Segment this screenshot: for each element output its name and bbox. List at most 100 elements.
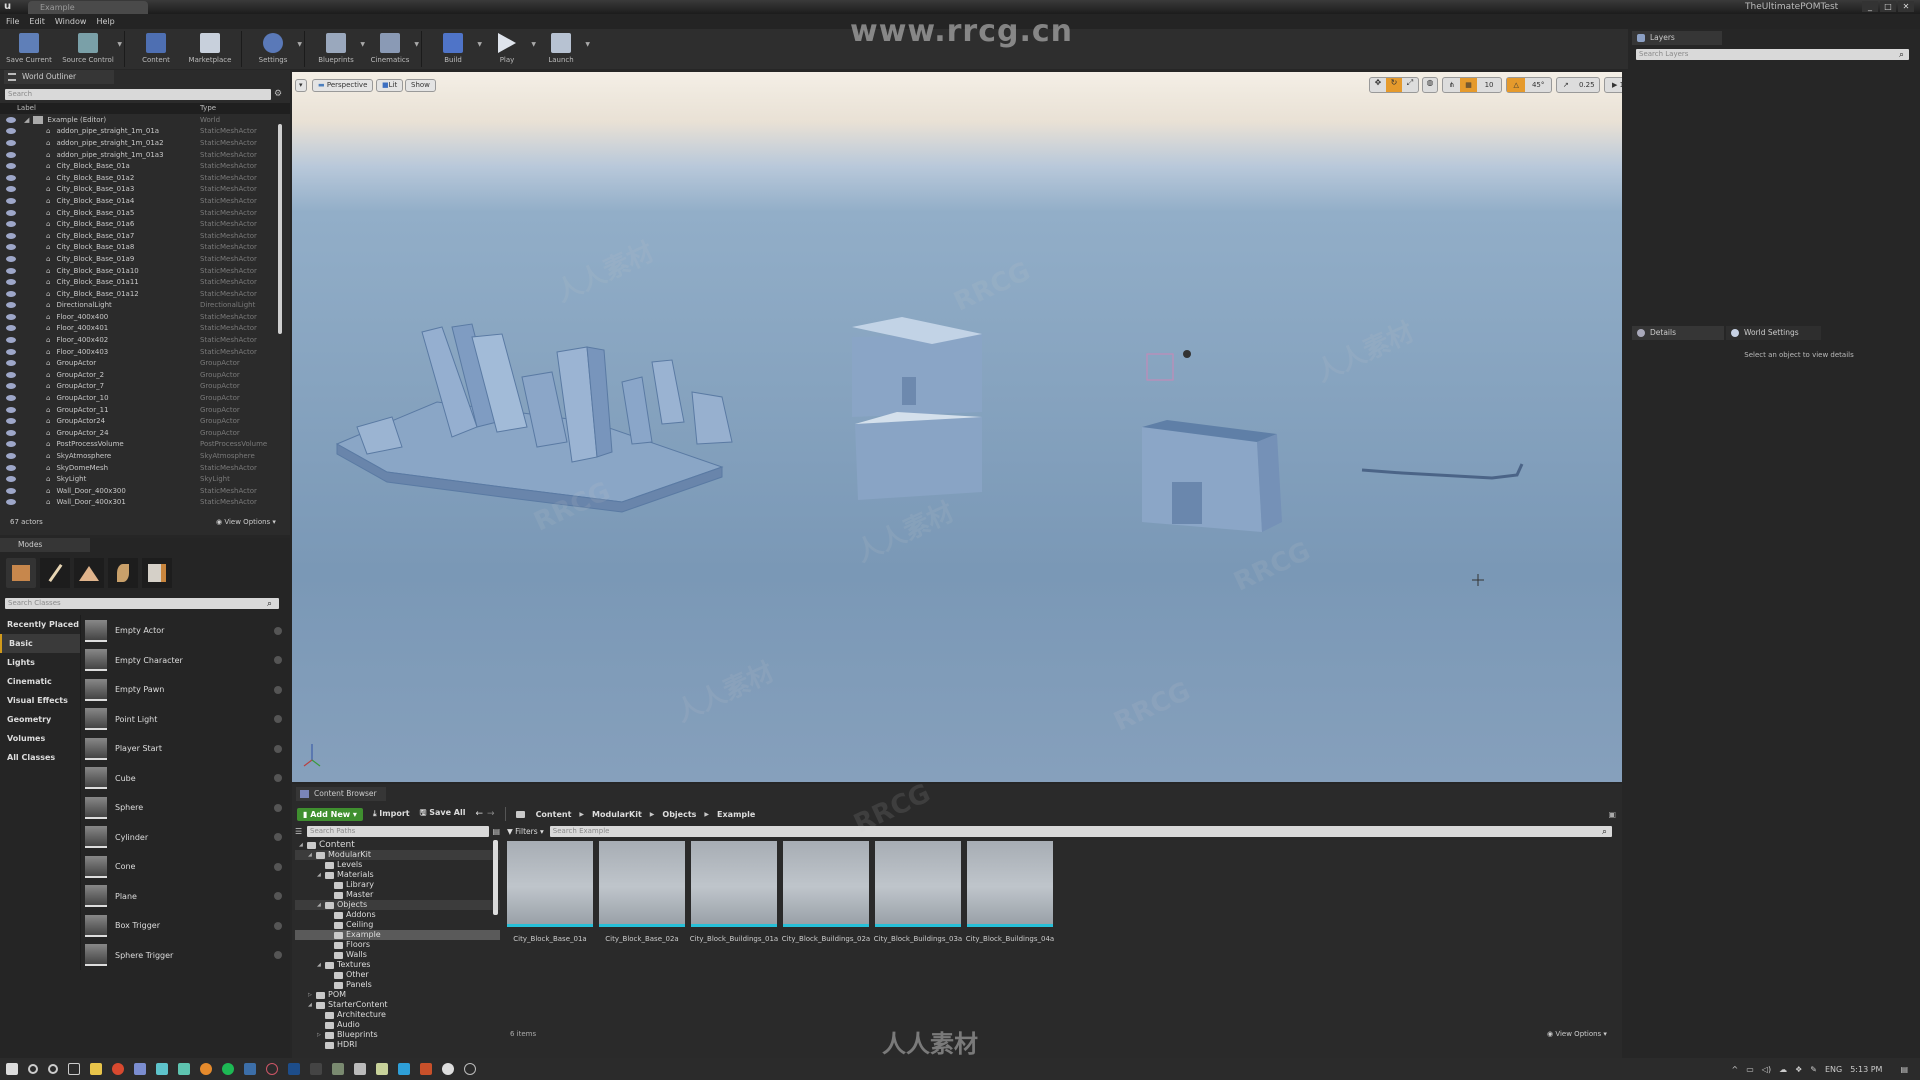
search-icon[interactable]	[28, 1064, 38, 1074]
pipe-mesh[interactable]	[1361, 463, 1524, 480]
placeable-item[interactable]: Sphere	[81, 793, 290, 823]
search-classes-input[interactable]: Search Classes	[5, 598, 279, 609]
expand-arrow-icon[interactable]: ◢	[317, 960, 325, 970]
tab-modes[interactable]: Modes	[0, 538, 90, 552]
visibility-eye-icon[interactable]	[6, 441, 16, 448]
placeable-item[interactable]: Plane	[81, 882, 290, 912]
outliner-row[interactable]: ⌂ City_Block_Base_01a6 StaticMeshActor	[0, 218, 290, 230]
dropbox-icon[interactable]: ❖	[1795, 1065, 1802, 1074]
folder-tree-item[interactable]: Example	[295, 930, 500, 940]
folder-tree-item[interactable]: ◢ StarterContent	[295, 1000, 500, 1010]
outliner-row[interactable]: ⌂ GroupActor GroupActor	[0, 357, 290, 369]
tab-details[interactable]: Details	[1632, 326, 1724, 340]
chevron-down-icon[interactable]: ▼	[297, 41, 302, 48]
folder-tree-item[interactable]: ◢ Content	[295, 840, 500, 850]
help-icon[interactable]	[274, 892, 282, 901]
menu-edit[interactable]: Edit	[29, 17, 45, 26]
folder-tree-item[interactable]: Architecture	[295, 1010, 500, 1020]
asset-tile[interactable]: City_Block_Base_02a	[599, 841, 685, 943]
mode-category[interactable]: Geometry	[0, 710, 80, 729]
minimize-button[interactable]: _	[1862, 1, 1878, 12]
app-icon[interactable]	[178, 1063, 190, 1075]
city-block-group[interactable]	[335, 323, 733, 513]
visibility-eye-icon[interactable]	[6, 139, 16, 146]
outliner-row[interactable]: ⌂ Wall_Door_400x300 StaticMeshActor	[0, 485, 290, 497]
outliner-row[interactable]: ⌂ Floor_400x401 StaticMeshActor	[0, 323, 290, 335]
folder-tree-item[interactable]: Addons	[295, 910, 500, 920]
folder-tree-item[interactable]: Floors	[295, 940, 500, 950]
app-icon[interactable]	[134, 1063, 146, 1075]
mode-category[interactable]: Visual Effects	[0, 691, 80, 710]
folder-tree-item[interactable]: Walls	[295, 950, 500, 960]
visibility-eye-icon[interactable]	[6, 476, 16, 483]
language-indicator[interactable]: ENG	[1825, 1065, 1842, 1074]
help-icon[interactable]	[274, 921, 282, 930]
cb-view-options-button[interactable]: ◉ View Options ▾	[1547, 1030, 1607, 1038]
launch-button[interactable]: Launch ▼	[534, 29, 590, 69]
breadcrumb-example[interactable]: Example	[717, 810, 755, 819]
steam-icon[interactable]	[244, 1063, 256, 1075]
play-button[interactable]: Play ▼	[480, 29, 536, 69]
outliner-row[interactable]: ⌂ City_Block_Base_01a8 StaticMeshActor	[0, 242, 290, 254]
level-viewport[interactable]: ▾ ▬ Perspective ■Lit Show ✥ ↻ ⤢ ◍ ⋔ ▦ 10…	[292, 72, 1622, 782]
mode-category[interactable]: Cinematic	[0, 672, 80, 691]
network-icon[interactable]: ▭	[1746, 1065, 1754, 1074]
visibility-eye-icon[interactable]	[6, 464, 16, 471]
tab-layers[interactable]: Layers	[1632, 31, 1722, 45]
outliner-row[interactable]: ⌂ GroupActor_7 GroupActor	[0, 381, 290, 393]
placeable-item[interactable]: Cylinder	[81, 823, 290, 853]
lock-icon[interactable]: ▣	[1608, 810, 1616, 819]
visibility-eye-icon[interactable]	[6, 429, 16, 436]
app-icon[interactable]	[156, 1063, 168, 1075]
back-arrow-icon[interactable]: ←	[475, 809, 483, 819]
menu-file[interactable]: File	[6, 17, 19, 26]
settings-icon[interactable]: ▤	[492, 827, 500, 836]
visibility-eye-icon[interactable]	[6, 221, 16, 228]
place-mode-button[interactable]	[6, 558, 36, 588]
breadcrumb-modularkit[interactable]: ModularKit	[592, 810, 642, 819]
help-icon[interactable]	[274, 862, 282, 871]
outliner-row[interactable]: ⌂ SkyLight SkyLight	[0, 473, 290, 485]
mode-category[interactable]: Basic	[0, 634, 80, 653]
help-icon[interactable]	[274, 715, 282, 724]
spotify-icon[interactable]	[222, 1063, 234, 1075]
app-icon[interactable]	[376, 1063, 388, 1075]
outliner-row[interactable]: ⌂ City_Block_Base_01a StaticMeshActor	[0, 160, 290, 172]
save-all-button[interactable]: 🖫 Save All	[420, 807, 466, 821]
build-button[interactable]: Build ▼	[426, 29, 482, 69]
search-paths-input[interactable]: Search Paths	[307, 826, 490, 837]
outliner-row[interactable]: ⌂ City_Block_Base_01a9 StaticMeshActor	[0, 253, 290, 265]
help-icon[interactable]	[274, 803, 282, 812]
settings-button[interactable]: Settings ▼	[246, 29, 302, 69]
task-view-icon[interactable]	[68, 1063, 80, 1075]
close-button[interactable]: ✕	[1898, 1, 1914, 12]
outliner-row[interactable]: ⌂ GroupActor_11 GroupActor	[0, 404, 290, 416]
unreal-engine-icon[interactable]	[442, 1063, 454, 1075]
placeable-item[interactable]: Sphere Trigger	[81, 941, 290, 971]
folder-tree-item[interactable]: Ceiling	[295, 920, 500, 930]
visibility-eye-icon[interactable]	[6, 128, 16, 135]
asset-tile[interactable]: City_Block_Buildings_02a	[782, 841, 870, 943]
folder-tree-item[interactable]: Panels	[295, 980, 500, 990]
folder-tree-item[interactable]: ▷ Blueprints	[295, 1030, 500, 1040]
expand-arrow-icon[interactable]: ◢	[308, 1000, 316, 1010]
visibility-eye-icon[interactable]	[6, 360, 16, 367]
help-icon[interactable]	[274, 833, 282, 842]
windows-start-icon[interactable]	[6, 1063, 18, 1075]
app-icon[interactable]	[420, 1063, 432, 1075]
selected-light-gizmo[interactable]	[1146, 350, 1191, 381]
outliner-row[interactable]: ⌂ Floor_400x400 StaticMeshActor	[0, 311, 290, 323]
geometry-mode-button[interactable]	[142, 558, 172, 588]
breadcrumb-content[interactable]: Content	[536, 810, 572, 819]
outliner-row[interactable]: ⌂ City_Block_Base_01a12 StaticMeshActor	[0, 288, 290, 300]
visibility-eye-icon[interactable]	[6, 348, 16, 355]
help-icon[interactable]	[274, 656, 282, 665]
visibility-eye-icon[interactable]	[6, 302, 16, 309]
expand-arrow-icon[interactable]: ◢	[308, 850, 316, 860]
visibility-eye-icon[interactable]	[6, 453, 16, 460]
add-new-button[interactable]: ▮ Add New ▾	[297, 807, 363, 821]
visibility-eye-icon[interactable]	[6, 151, 16, 158]
visibility-eye-icon[interactable]	[6, 406, 16, 413]
folder-tree-item[interactable]: Audio	[295, 1020, 500, 1030]
outliner-row[interactable]: ⌂ City_Block_Base_01a2 StaticMeshActor	[0, 172, 290, 184]
